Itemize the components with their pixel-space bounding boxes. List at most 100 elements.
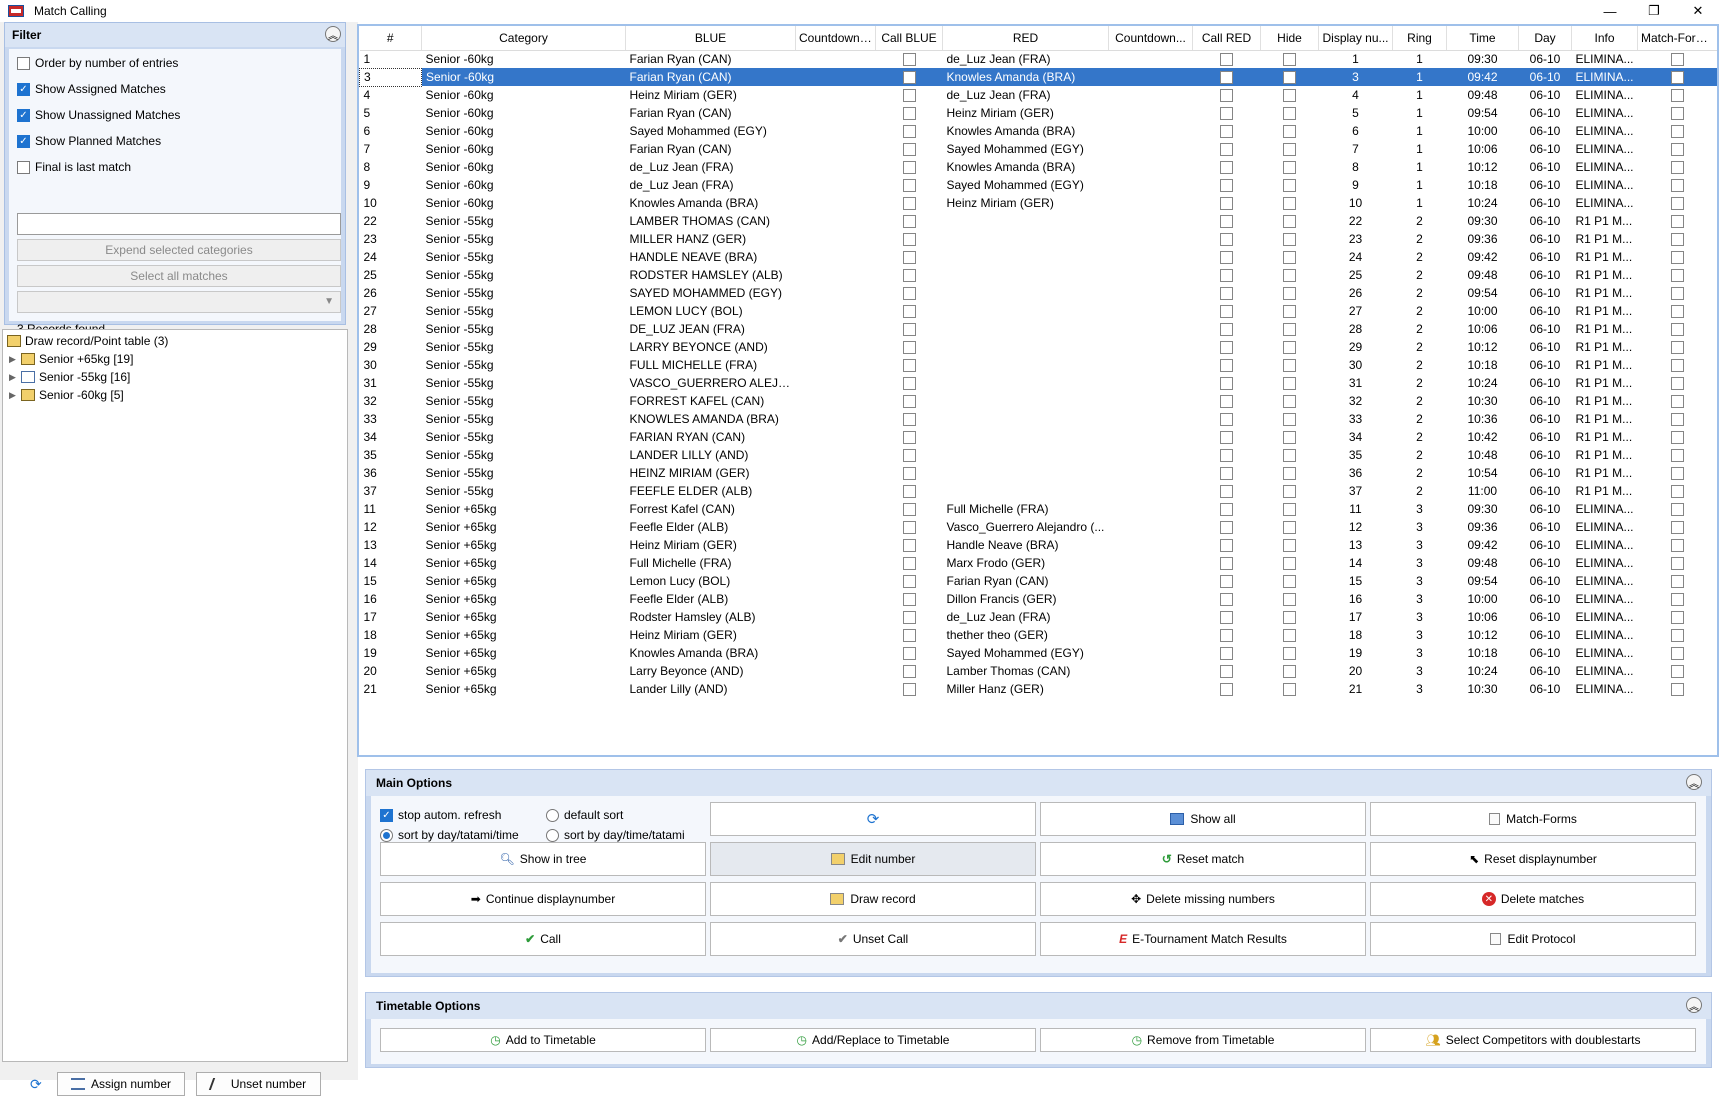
match-grid[interactable]: # Category BLUE Countdown ... Call BLUE RED Co… [357,24,1719,757]
match-forms-button[interactable]: Match-Forms [1370,802,1696,836]
table-row[interactable]: 3 Senior -60kg Farian Ryan (CAN) Knowles Am… [359,67,1717,87]
row-checkbox[interactable] [902,521,916,535]
row-checkbox[interactable] [1220,305,1233,319]
row-checkbox[interactable] [1220,269,1233,283]
table-row[interactable]: 7 Senior -60kg Farian Ryan (CAN) Sayed Moha… [360,140,1718,158]
table-row[interactable]: 4 Senior -60kg Heinz Miriam (GER) de_Luz Je… [360,86,1718,104]
refresh-icon[interactable]: ⟳ [30,1076,42,1093]
row-checkbox[interactable] [902,197,916,211]
row-checkbox[interactable] [902,449,916,463]
table-row[interactable]: 25 Senior -55kg RODSTER HAMSLEY (ALB) 25 2 09… [360,266,1718,284]
column-header[interactable]: Countdown... [1108,26,1193,51]
table-row[interactable]: 15 Senior +65kg Lemon Lucy (BOL) Farian Rya… [360,572,1718,590]
add-replace-timetable-button[interactable]: ◷ Add/Replace to Timetable [710,1028,1036,1052]
row-checkbox[interactable] [902,269,916,283]
expand-categories-button[interactable]: Expend selected categories [17,239,341,261]
row-checkbox[interactable] [1220,143,1233,157]
filter-checkbox[interactable]: ✓ Show Assigned Matches [17,80,166,98]
table-row[interactable]: 33 Senior -55kg KNOWLES AMANDA (BRA) 33 2 10:… [360,410,1718,428]
row-checkbox[interactable] [1220,359,1233,373]
row-checkbox[interactable] [1220,53,1233,67]
row-checkbox[interactable] [902,89,916,103]
row-checkbox[interactable] [902,53,916,67]
column-header[interactable]: Hide [1260,26,1319,51]
table-row[interactable]: 5 Senior -60kg Farian Ryan (CAN) Heinz Miri… [360,104,1718,122]
row-checkbox[interactable] [1220,593,1233,607]
row-checkbox[interactable] [902,359,916,373]
column-header[interactable]: BLUE [625,26,796,51]
row-checkbox[interactable] [902,431,916,445]
row-checkbox[interactable] [1283,431,1296,445]
call-button[interactable]: ✔ Call [380,922,706,956]
row-checkbox[interactable] [1220,485,1233,499]
row-checkbox[interactable] [902,539,916,553]
row-checkbox[interactable] [1220,71,1233,85]
filter-select[interactable]: ▼ [17,291,341,313]
row-checkbox[interactable] [1283,197,1296,211]
row-checkbox[interactable] [1283,323,1296,337]
row-checkbox[interactable] [1283,287,1296,301]
table-row[interactable]: 28 Senior -55kg DE_LUZ JEAN (FRA) 28 2 10:06 0… [360,320,1718,338]
row-checkbox[interactable] [1283,233,1296,247]
row-checkbox[interactable] [902,305,916,319]
row-checkbox[interactable] [1671,683,1684,697]
row-checkbox[interactable] [1283,593,1296,607]
table-row[interactable]: 36 Senior -55kg HEINZ MIRIAM (GER) 36 2 10:54… [360,464,1718,482]
row-checkbox[interactable] [902,503,916,517]
row-checkbox[interactable] [1220,665,1233,679]
row-checkbox[interactable] [1220,107,1233,121]
row-checkbox[interactable] [902,233,916,247]
row-checkbox[interactable] [1671,395,1684,409]
row-checkbox[interactable] [1220,629,1233,643]
row-checkbox[interactable] [1220,413,1233,427]
column-header[interactable]: RED [942,26,1109,51]
column-header[interactable]: Display nu... [1318,26,1393,51]
row-checkbox[interactable] [1671,341,1684,355]
table-row[interactable]: 32 Senior -55kg FORREST KAFEL (CAN) 32 2 10:3… [360,392,1718,410]
column-header[interactable]: # [359,26,422,51]
filter-checkbox[interactable]: ✓ Show Planned Matches [17,132,161,150]
row-checkbox[interactable] [1220,395,1233,409]
show-all-button[interactable]: Show all [1040,802,1366,836]
table-row[interactable]: 6 Senior -60kg Sayed Mohammed (EGY) Knowles… [360,122,1718,140]
table-row[interactable]: 37 Senior -55kg FEEFLE ELDER (ALB) 37 2 11:00… [360,482,1718,500]
delete-matches-button[interactable]: ✕ Delete matches [1370,882,1696,916]
row-checkbox[interactable] [1283,395,1296,409]
row-checkbox[interactable] [902,215,916,229]
stop-refresh-checkbox[interactable]: ✓ stop autom. refresh [380,806,501,824]
row-checkbox[interactable] [1220,323,1233,337]
row-checkbox[interactable] [1671,233,1684,247]
row-checkbox[interactable] [1671,287,1684,301]
row-checkbox[interactable] [1283,575,1296,589]
row-checkbox[interactable] [1671,89,1684,103]
unset-number-button[interactable]: Unset number [196,1072,321,1096]
expand-arrow-icon[interactable]: ▶ [9,390,19,401]
row-checkbox[interactable] [1283,629,1296,643]
row-checkbox[interactable] [1671,467,1684,481]
e-tournament-button[interactable]: E E-Tournament Match Results [1040,922,1366,956]
row-checkbox[interactable] [1283,161,1296,175]
row-checkbox[interactable] [1671,359,1684,373]
unset-call-button[interactable]: ✔ Unset Call [710,922,1036,956]
row-checkbox[interactable] [1220,377,1233,391]
row-checkbox[interactable] [1283,179,1296,193]
show-in-tree-button[interactable]: 🔍︎ Show in tree [380,842,706,876]
filter-checkbox[interactable]: ✓ Show Unassigned Matches [17,106,180,124]
row-checkbox[interactable] [902,413,916,427]
filter-text-input[interactable] [17,213,341,235]
row-checkbox[interactable] [1671,305,1684,319]
row-checkbox[interactable] [1671,179,1684,193]
assign-number-button[interactable]: Assign number [57,1072,185,1096]
row-checkbox[interactable] [1283,521,1296,535]
row-checkbox[interactable] [1220,233,1233,247]
column-header[interactable]: Countdown ... [795,26,876,51]
row-checkbox[interactable] [1220,251,1233,265]
row-checkbox[interactable] [902,377,916,391]
row-checkbox[interactable] [1671,125,1684,139]
row-checkbox[interactable] [1283,269,1296,283]
tree-node-senior-minus60[interactable]: ▶ Senior -60kg [5] [9,386,124,404]
timetable-collapse-icon[interactable]: ︽ [1686,997,1702,1013]
row-checkbox[interactable] [1671,647,1684,661]
row-checkbox[interactable] [1283,377,1296,391]
table-row[interactable]: 12 Senior +65kg Feefle Elder (ALB) Vasco_Gu… [360,518,1718,536]
